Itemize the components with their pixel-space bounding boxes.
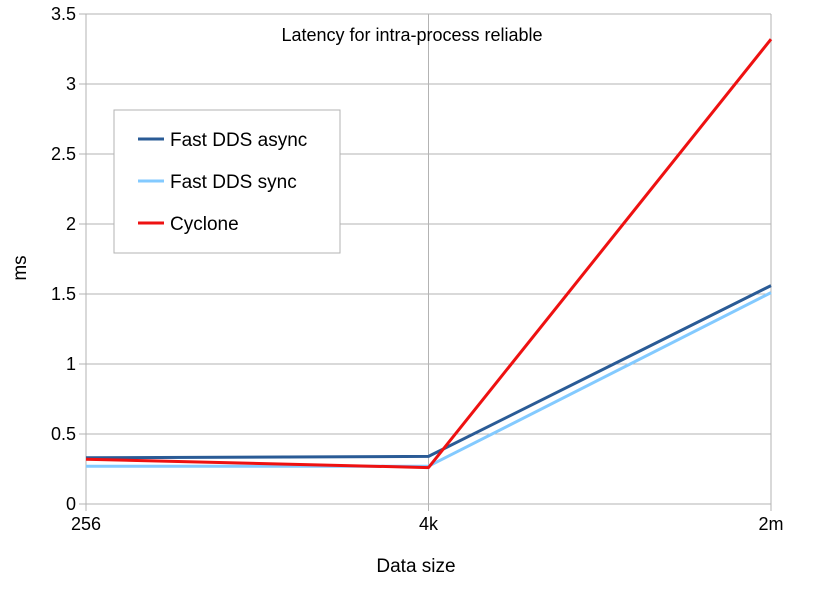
y-axis-label: ms <box>10 255 31 280</box>
axes <box>79 13 772 511</box>
y-tick-label: 2 <box>66 214 76 234</box>
x-axis-label: Data size <box>376 556 455 577</box>
chart-title: Latency for intra-process reliable <box>281 25 542 45</box>
x-tick-label: 256 <box>71 514 101 534</box>
x-tick-labels: 256 4k 2m <box>71 514 784 534</box>
y-tick-label: 3.5 <box>51 4 76 24</box>
latency-line-chart: 0 0.5 1 1.5 2 2.5 3 3.5 256 4k 2m Latency for int… <box>10 4 784 577</box>
legend-label: Fast DDS sync <box>170 172 297 193</box>
y-tick-label: 0 <box>66 494 76 514</box>
y-tick-label: 0.5 <box>51 424 76 444</box>
y-tick-label: 1 <box>66 354 76 374</box>
x-tick-label: 4k <box>419 514 439 534</box>
y-tick-label: 1.5 <box>51 284 76 304</box>
x-tick-label: 2m <box>758 514 783 534</box>
grid-lines <box>85 13 772 505</box>
legend-label: Fast DDS async <box>170 130 307 151</box>
y-tick-label: 3 <box>66 74 76 94</box>
y-tick-label: 2.5 <box>51 144 76 164</box>
legend-label: Cyclone <box>170 214 239 235</box>
y-tick-labels: 0 0.5 1 1.5 2 2.5 3 3.5 <box>51 4 76 514</box>
legend: Fast DDS async Fast DDS sync Cyclone <box>113 109 341 254</box>
